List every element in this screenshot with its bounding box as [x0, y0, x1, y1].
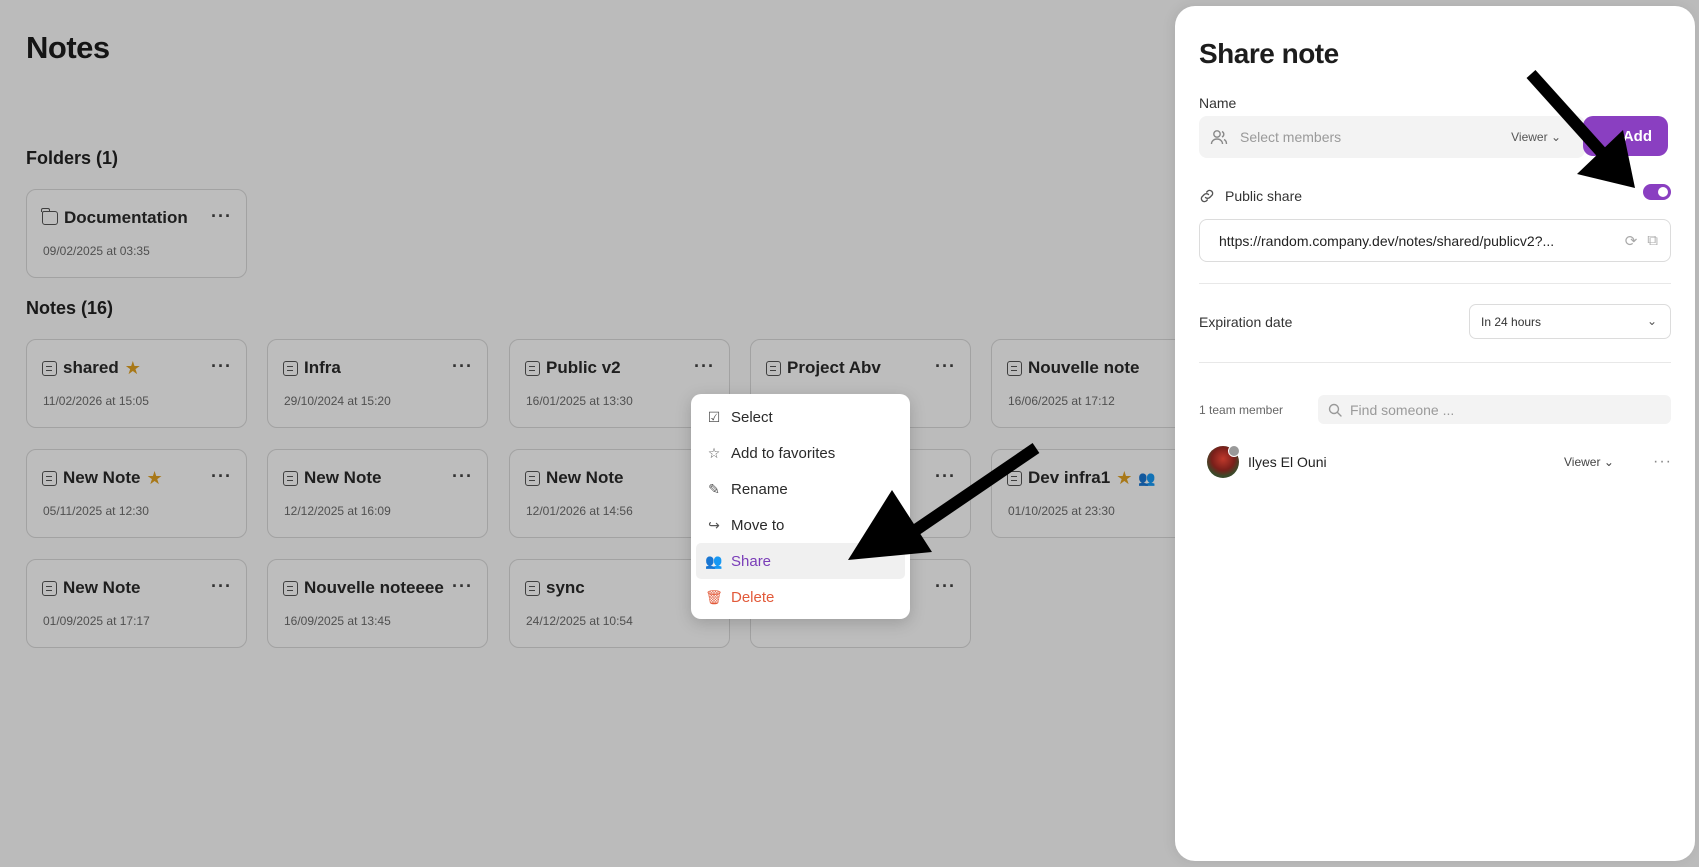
- team-member-count: 1 team member: [1199, 403, 1284, 417]
- pencil-icon: ✎: [708, 480, 720, 497]
- more-options-icon[interactable]: ···: [1653, 453, 1672, 471]
- share-panel: Share note Name Select members Viewer ⌄ …: [1175, 6, 1695, 861]
- add-member-button[interactable]: Add: [1583, 116, 1668, 156]
- link-icon: [1200, 189, 1214, 203]
- chevron-down-icon: ⌄: [1550, 130, 1561, 144]
- menu-item-add-to-favorites[interactable]: ☆ Add to favorites: [696, 435, 905, 471]
- member-select[interactable]: Select members Viewer ⌄: [1199, 116, 1585, 158]
- expiration-label: Expiration date: [1199, 314, 1293, 330]
- member-role-dropdown[interactable]: Viewer ⌄: [1564, 455, 1614, 469]
- trash-icon: 🗑: [705, 588, 723, 605]
- search-icon: [1328, 403, 1342, 417]
- users-icon: [1210, 130, 1228, 145]
- menu-item-move-to[interactable]: ↪ Move to: [696, 507, 905, 543]
- divider: [1199, 362, 1671, 363]
- chevron-down-icon: ⌄: [1646, 314, 1657, 328]
- checkbox-icon: ☑: [707, 408, 721, 425]
- share-panel-title: Share note: [1199, 38, 1339, 69]
- context-menu: ☑ Select ☆ Add to favorites ✎ Rename ↪ Move …: [691, 394, 910, 619]
- member-select-placeholder: Select members: [1240, 129, 1342, 145]
- find-member-input[interactable]: Find someone ...: [1318, 395, 1671, 424]
- chevron-down-icon: ⌄: [1603, 455, 1614, 469]
- role-dropdown[interactable]: Viewer ⌄: [1511, 130, 1561, 144]
- menu-item-rename[interactable]: ✎ Rename: [696, 471, 905, 507]
- member-name: Ilyes El Ouni: [1248, 454, 1327, 470]
- name-label: Name: [1199, 95, 1237, 111]
- avatar: [1207, 445, 1240, 478]
- refresh-icon[interactable]: ⟳: [1625, 232, 1638, 250]
- public-share-toggle[interactable]: [1643, 184, 1671, 200]
- public-share-label: Public share: [1225, 188, 1303, 204]
- member-row: Ilyes El Ouni Viewer ⌄ ···: [1207, 445, 1671, 479]
- divider: [1199, 283, 1671, 284]
- share-url-field[interactable]: https://random.company.dev/notes/shared/…: [1199, 219, 1671, 262]
- copy-icon[interactable]: ⧉: [1647, 232, 1658, 250]
- star-icon: ☆: [707, 444, 721, 461]
- expiration-select[interactable]: In 24 hours ⌄: [1469, 304, 1671, 339]
- share-url: https://random.company.dev/notes/shared/…: [1219, 232, 1555, 249]
- menu-item-select[interactable]: ☑ Select: [696, 399, 905, 435]
- move-arrow-icon: ↪: [708, 516, 720, 533]
- menu-item-delete[interactable]: 🗑 Delete: [696, 579, 905, 615]
- public-share-row: Public share: [1199, 188, 1302, 204]
- users-icon: 👥: [705, 552, 723, 569]
- menu-item-share[interactable]: 👥 Share: [696, 543, 905, 579]
